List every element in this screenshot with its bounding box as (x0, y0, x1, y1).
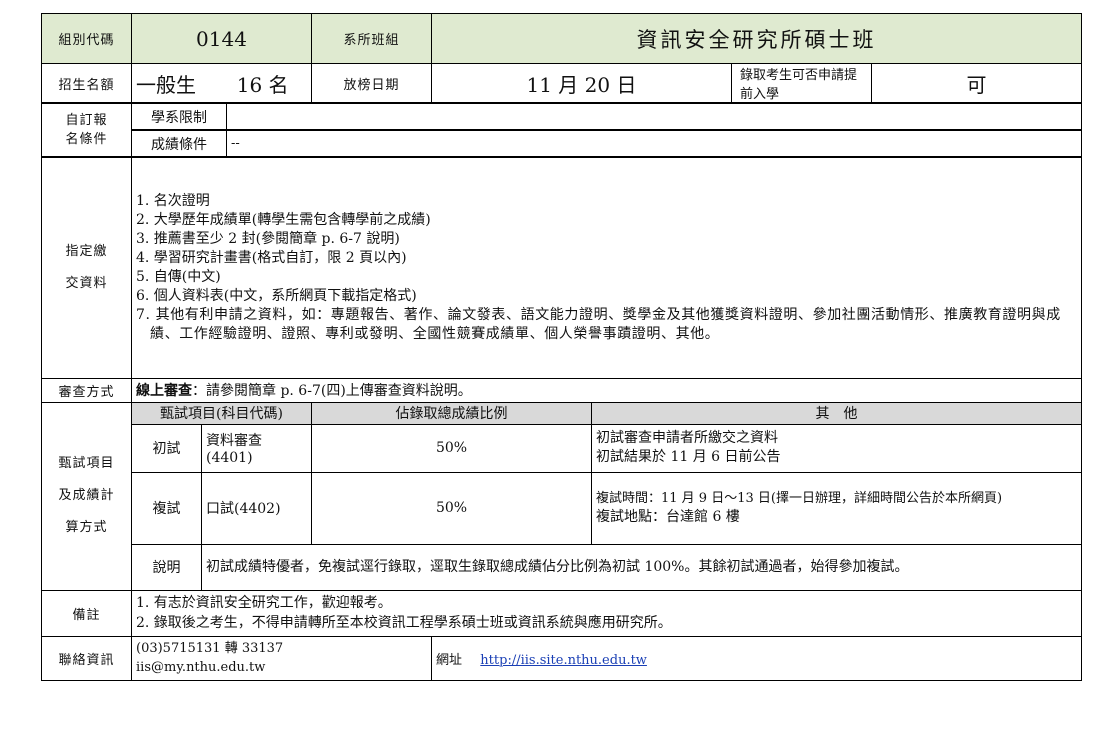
exam-label: 甄試項目 及成績計 算方式 (41, 401, 132, 591)
review-label: 審查方式 (41, 377, 132, 403)
contact-details: (03)5715131 轉 33137 iis@my.nthu.edu.tw (131, 635, 432, 681)
quota-value: 一般生 16 名 (131, 63, 312, 104)
exam-stage: 初試 (131, 423, 202, 473)
release-date: 11 月 20 日 (431, 63, 732, 104)
exam-row: 複試 口試(4402) 50% 複試時間：11 月 9 日～13 日(擇一日辦理… (42, 471, 1082, 545)
dept-label: 系所班組 (311, 13, 432, 64)
quota-label: 招生名額 (41, 63, 132, 104)
release-label: 放榜日期 (311, 63, 432, 104)
quota-category: 一般生 (136, 72, 196, 97)
contact-phone: (03)5715131 轉 33137 (136, 641, 284, 656)
exam-stage: 複試 (131, 471, 202, 545)
grade-condition-label: 成績條件 (132, 129, 227, 156)
review-method-text: ：請參閱簡章 p. 6-7(四)上傳審查資料說明。 (192, 383, 472, 399)
website-label: 網址 (436, 652, 463, 668)
review-row: 審查方式 線上審查：請參閱簡章 p. 6-7(四)上傳審查資料說明。 (41, 377, 1082, 403)
review-method: 線上審查：請參閱簡章 p. 6-7(四)上傳審查資料說明。 (131, 377, 1082, 403)
exam-col-other: 其 他 (591, 401, 1082, 425)
document-item: 5. 自傳(中文) (136, 268, 221, 285)
exam-item: 資料審查(4401) (201, 423, 312, 473)
website-link[interactable]: http://iis.site.nthu.edu.tw (480, 653, 647, 668)
document-item: 3. 推薦書至少 2 封(參閱簡章 p. 6-7 說明) (136, 230, 400, 247)
quota-row: 招生名額 一般生 16 名 放榜日期 11 月 20 日 錄取考生可否申請提前入… (41, 63, 1082, 104)
document-item: 4. 學習研究計畫書(格式自訂，限 2 頁以內) (136, 249, 407, 266)
exam-note-label: 說明 (131, 543, 202, 591)
document-item: 7. 其他有利申請之資料，如：專題報告、著作、論文發表、語文能力證明、獎學金及其… (136, 306, 1061, 342)
documents-row: 指定繳 交資料 1. 名次證明 2. 大學歷年成績單(轉學生需包含轉學前之成績)… (41, 156, 1082, 379)
exam-item: 口試(4402) (201, 471, 312, 545)
header-row: 組別代碼 0144 系所班組 資訊安全研究所碩士班 (41, 13, 1082, 64)
group-code: 0144 (131, 13, 312, 64)
contact-website-cell: 網址 http://iis.site.nthu.edu.tw (431, 635, 1082, 681)
dept-limit-label: 學系限制 (132, 104, 227, 131)
conditions-label: 自訂報 名條件 (41, 102, 132, 158)
exam-col-ratio: 佔錄取總成績比例 (311, 401, 592, 425)
exam-col-item: 甄試項目(科目代碼) (131, 401, 312, 425)
dept-limit-value (226, 104, 1081, 131)
quota-count: 16 名 (236, 72, 289, 97)
contact-email: iis@my.nthu.edu.tw (136, 660, 266, 675)
exam-other: 初試審查申請者所繳交之資料 初試結果於 11 月 6 日前公告 (591, 423, 1082, 473)
document-item: 6. 個人資料表(中文，系所網頁下載指定格式) (136, 287, 417, 304)
remarks-label: 備註 (41, 589, 132, 637)
early-admission-label: 錄取考生可否申請提前入學 (731, 63, 872, 104)
review-method-bold: 線上審查 (136, 383, 192, 399)
early-admission-value: 可 (871, 63, 1082, 104)
conditions-row: 自訂報 名條件 學系限制 成績條件 -- (41, 102, 1082, 158)
conditions-cell: 學系限制 成績條件 -- (131, 102, 1082, 158)
contact-row: 聯絡資訊 (03)5715131 轉 33137 iis@my.nthu.edu… (41, 635, 1082, 681)
exam-note-row: 說明 初試成績特優者，免複試逕行錄取，逕取生錄取總成績佔分比例為初試 100%。… (42, 543, 1082, 591)
admission-table: 組別代碼 0144 系所班組 資訊安全研究所碩士班 招生名額 一般生 16 名 … (41, 13, 1082, 681)
documents-list: 1. 名次證明 2. 大學歷年成績單(轉學生需包含轉學前之成績) 3. 推薦書至… (131, 156, 1082, 379)
dept-name: 資訊安全研究所碩士班 (431, 13, 1082, 64)
remarks-row: 備註 1. 有志於資訊安全研究工作，歡迎報考。 2. 錄取後之考生，不得申請轉所… (41, 589, 1082, 637)
document-item: 2. 大學歷年成績單(轉學生需包含轉學前之成績) (136, 211, 431, 228)
contact-label: 聯絡資訊 (41, 635, 132, 681)
exam-other: 複試時間：11 月 9 日～13 日(擇一日辦理，詳細時間公告於本所網頁) 複試… (591, 471, 1082, 545)
exam-ratio: 50% (311, 423, 592, 473)
remarks-text: 1. 有志於資訊安全研究工作，歡迎報考。 2. 錄取後之考生，不得申請轉所至本校… (131, 589, 1082, 637)
exam-ratio: 50% (311, 471, 592, 545)
exam-note-text: 初試成績特優者，免複試逕行錄取，逕取生錄取總成績佔分比例為初試 100%。其餘初… (201, 543, 1082, 591)
admission-sheet: 組別代碼 0144 系所班組 資訊安全研究所碩士班 招生名額 一般生 16 名 … (41, 13, 1082, 681)
documents-label: 指定繳 交資料 (41, 156, 132, 379)
exam-header-row: 甄試項目 及成績計 算方式 甄試項目(科目代碼) 佔錄取總成績比例 其 他 (41, 401, 1082, 591)
grade-condition-value: -- (226, 129, 1081, 156)
exam-row: 初試 資料審查(4401) 50% 初試審查申請者所繳交之資料 初試結果於 11… (42, 423, 1082, 473)
document-item: 1. 名次證明 (136, 192, 210, 209)
group-code-label: 組別代碼 (41, 13, 132, 64)
